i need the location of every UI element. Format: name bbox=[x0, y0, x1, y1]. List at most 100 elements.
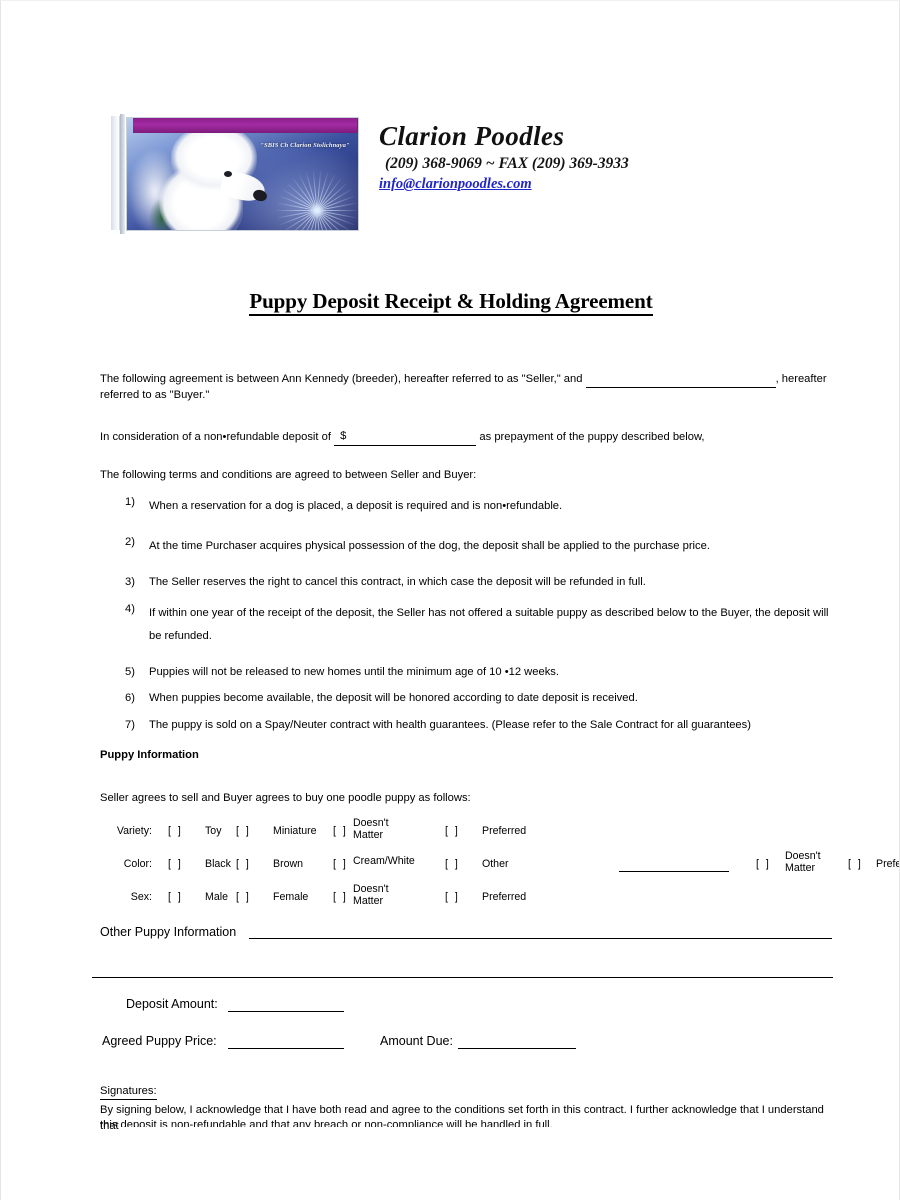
term-text: The Seller reserves the right to cancel … bbox=[149, 576, 646, 588]
option-label-variety-miniature: Miniature bbox=[273, 825, 317, 837]
checkbox-sex-doesnt-matter[interactable]: [ ] bbox=[333, 891, 348, 903]
poodle-photo: "SBIS Ch Clarion Stolichnaya" bbox=[126, 117, 359, 231]
checkbox-color-black[interactable]: [ ] bbox=[168, 858, 183, 870]
option-label-color-other: Other bbox=[482, 858, 509, 870]
term-number: 4) bbox=[125, 602, 135, 615]
logo-caption: "SBIS Ch Clarion Stolichnaya" bbox=[260, 142, 350, 149]
amounts-section: Deposit Amount: Agreed Puppy Price: Amou… bbox=[100, 994, 833, 1058]
brand-block: Clarion Poodles (209) 368-9069 ~ FAX (20… bbox=[379, 122, 809, 193]
amount-due-blank-field[interactable] bbox=[458, 1034, 576, 1049]
page-title: Puppy Deposit Receipt & Holding Agreemen… bbox=[1, 289, 899, 316]
term-text: When a reservation for a dog is placed, … bbox=[149, 500, 563, 512]
term-text: When puppies become available, the depos… bbox=[149, 692, 638, 704]
checkbox-sex-preferred[interactable]: [ ] bbox=[445, 891, 460, 903]
term-number: 5) bbox=[125, 665, 135, 678]
company-logo-image: "SBIS Ch Clarion Stolichnaya" bbox=[111, 114, 361, 234]
checkbox-variety-toy[interactable]: [ ] bbox=[168, 825, 183, 837]
term-text: If within one year of the receipt of the… bbox=[149, 606, 829, 642]
amount-due-label: Amount Due: bbox=[380, 1034, 453, 1048]
option-label-color-cream-white: Cream/White bbox=[353, 855, 415, 867]
other-puppy-information-label: Other Puppy Information bbox=[100, 925, 237, 939]
term-number: 6) bbox=[125, 692, 135, 704]
dandelion-burst-icon bbox=[275, 170, 358, 230]
signatures-body-text-clipped: this deposit is non-refundable and that … bbox=[100, 1119, 553, 1127]
term-item: 7) The puppy is sold on a Spay/Neuter co… bbox=[100, 718, 833, 734]
term-item: 3) The Seller reserves the right to canc… bbox=[100, 575, 833, 591]
attribute-row-color: Color: [ ] Black [ ] Brown [ ] Cream/Whi… bbox=[100, 846, 899, 879]
agreed-puppy-price-label: Agreed Puppy Price: bbox=[102, 1034, 217, 1048]
logo-left-edge bbox=[111, 116, 120, 230]
option-label-color-doesnt-matter: Doesn't Matter bbox=[785, 850, 821, 874]
option-label-color-brown: Brown bbox=[273, 858, 304, 870]
deposit-amount-blank-field[interactable] bbox=[228, 997, 344, 1012]
intro-section: The following agreement is between Ann K… bbox=[100, 372, 833, 483]
attribute-label-variety: Variety: bbox=[116, 825, 152, 837]
term-item: 1) When a reservation for a dog is place… bbox=[100, 495, 833, 518]
checkbox-sex-female[interactable]: [ ] bbox=[236, 891, 251, 903]
buyer-name-blank[interactable] bbox=[585, 377, 776, 388]
logo-purple-banner bbox=[133, 118, 358, 133]
term-item: 5) Puppies will not be released to new h… bbox=[100, 665, 833, 681]
paragraph-terms-lead: The following terms and conditions are a… bbox=[100, 468, 477, 481]
option-label-sex-female: Female bbox=[273, 891, 309, 903]
option-label-variety-toy: Toy bbox=[205, 825, 222, 837]
logo-left-edge-inner bbox=[120, 114, 125, 234]
deposit-text-before: In consideration of a non•refundable dep… bbox=[100, 431, 335, 443]
option-label-sex-preferred: Preferred bbox=[482, 891, 527, 903]
checkbox-color-doesnt-matter[interactable]: [ ] bbox=[756, 858, 771, 870]
checkbox-color-brown[interactable]: [ ] bbox=[236, 858, 251, 870]
checkbox-color-cream-white[interactable]: [ ] bbox=[333, 858, 348, 870]
checkbox-color-other[interactable]: [ ] bbox=[445, 858, 460, 870]
option-label-sex-doesnt-matter: Doesn't Matter bbox=[353, 883, 389, 907]
dollar-sign: $ bbox=[340, 430, 347, 442]
term-number: 2) bbox=[125, 536, 135, 548]
section-divider-rule bbox=[92, 977, 833, 978]
color-other-blank[interactable] bbox=[619, 871, 729, 872]
deposit-amount-blank[interactable]: $ bbox=[334, 429, 477, 446]
section-heading-puppy-information: Puppy Information bbox=[100, 749, 199, 761]
term-text: At the time Purchaser acquires physical … bbox=[149, 540, 710, 552]
puppy-attribute-table: Variety: [ ] Toy [ ] Miniature [ ] Doesn… bbox=[100, 813, 899, 912]
other-puppy-information-field: Other Puppy Information bbox=[100, 925, 833, 939]
checkbox-sex-male[interactable]: [ ] bbox=[168, 891, 183, 903]
checkbox-variety-miniature[interactable]: [ ] bbox=[236, 825, 251, 837]
term-number: 1) bbox=[125, 496, 135, 508]
term-text: Puppies will not be released to new home… bbox=[149, 665, 559, 678]
attribute-label-sex: Sex: bbox=[130, 891, 152, 903]
term-item: 6) When puppies become available, the de… bbox=[100, 691, 833, 707]
deposit-amount-label: Deposit Amount: bbox=[126, 997, 218, 1011]
attribute-row-sex: Sex: [ ] Male [ ] Female [ ] Doesn't Mat… bbox=[100, 879, 833, 912]
company-name: Clarion Poodles bbox=[379, 121, 565, 151]
agreed-puppy-price-blank-field[interactable] bbox=[228, 1034, 344, 1049]
option-label-variety-preferred: Preferred bbox=[482, 825, 527, 837]
checkbox-variety-doesnt-matter[interactable]: [ ] bbox=[333, 825, 348, 837]
parties-text-before: The following agreement is between Ann K… bbox=[100, 373, 586, 385]
other-puppy-information-blank[interactable] bbox=[249, 925, 833, 939]
term-number: 3) bbox=[125, 576, 135, 588]
deposit-text-after: as prepayment of the puppy described bel… bbox=[476, 431, 705, 443]
term-item: 4) If within one year of the receipt of … bbox=[100, 602, 833, 648]
option-label-color-black: Black bbox=[205, 858, 231, 870]
page-title-text: Puppy Deposit Receipt & Holding Agreemen… bbox=[249, 289, 653, 316]
attribute-label-color: Color: bbox=[123, 858, 152, 870]
signatures-heading: Signatures: bbox=[100, 1083, 157, 1100]
option-label-sex-male: Male bbox=[205, 891, 228, 903]
checkbox-variety-preferred[interactable]: [ ] bbox=[445, 825, 460, 837]
document-page: "SBIS Ch Clarion Stolichnaya" Clarion Po… bbox=[0, 0, 900, 1200]
company-phone-fax: (209) 368-9069 ~ FAX (209) 369-3933 bbox=[385, 155, 629, 173]
term-number: 7) bbox=[125, 718, 135, 731]
deposit-amount-row: Deposit Amount: bbox=[100, 994, 833, 1026]
term-item: 2) At the time Purchaser acquires physic… bbox=[100, 535, 833, 558]
attribute-row-variety: Variety: [ ] Toy [ ] Miniature [ ] Doesn… bbox=[100, 813, 833, 846]
term-text: The puppy is sold on a Spay/Neuter contr… bbox=[149, 718, 751, 731]
letterhead: "SBIS Ch Clarion Stolichnaya" Clarion Po… bbox=[111, 114, 811, 239]
checkbox-color-preferred[interactable]: [ ] bbox=[848, 858, 863, 870]
option-label-variety-doesnt-matter: Doesn't Matter bbox=[353, 817, 389, 841]
paragraph-parties: The following agreement is between Ann K… bbox=[100, 372, 833, 403]
company-email-link[interactable]: info@clarionpoodles.com bbox=[379, 176, 532, 193]
terms-list: 1) When a reservation for a dog is place… bbox=[100, 495, 833, 744]
puppy-info-lead-text: Seller agrees to sell and Buyer agrees t… bbox=[100, 792, 471, 804]
price-and-due-row: Agreed Puppy Price: Amount Due: bbox=[100, 1026, 833, 1058]
paragraph-deposit: In consideration of a non•refundable dep… bbox=[100, 429, 833, 446]
poodle-silhouette bbox=[129, 124, 273, 230]
